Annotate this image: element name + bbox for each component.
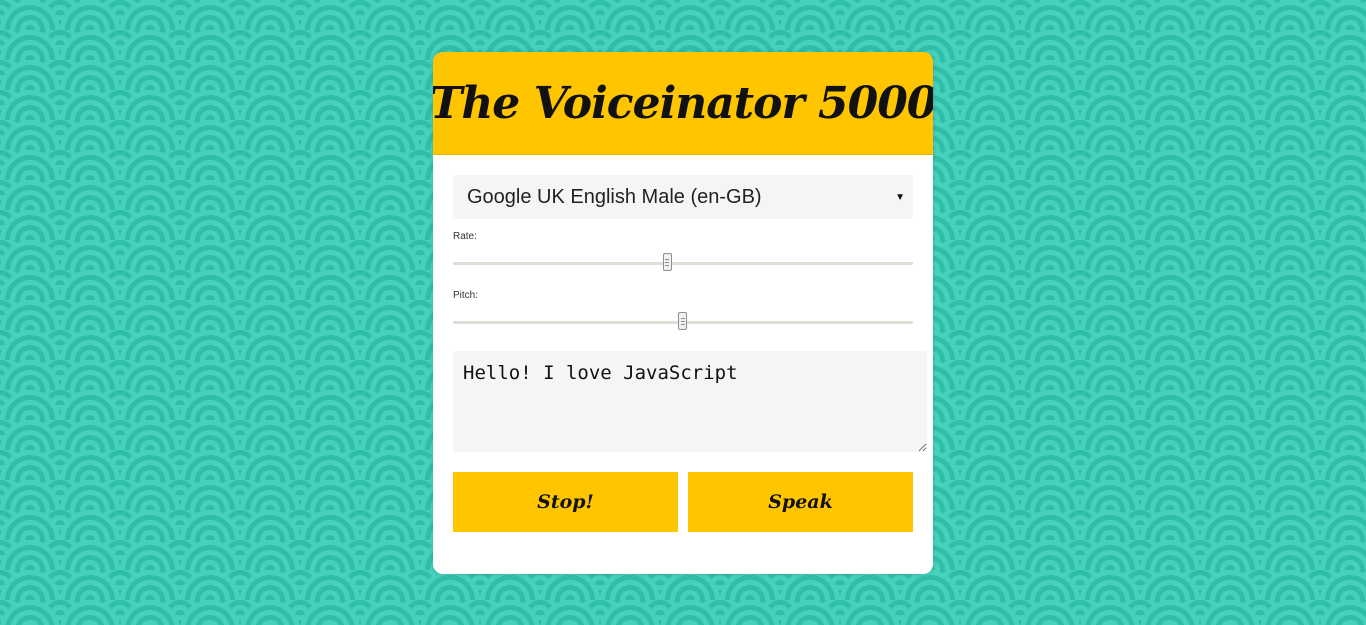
rate-slider-thumb[interactable] bbox=[662, 253, 672, 271]
speak-button[interactable]: Speak bbox=[688, 472, 913, 532]
rate-label: Rate: bbox=[453, 231, 477, 242]
header: The Voiceinator 5000 bbox=[433, 52, 933, 155]
button-row: Stop! Speak bbox=[453, 472, 913, 532]
rate-slider-track bbox=[453, 262, 913, 265]
pitch-label: Pitch: bbox=[453, 290, 479, 301]
controls: Google UK English Male (en-GB) ▼ Rate: P… bbox=[433, 155, 933, 532]
app-title: The Voiceinator 5000 bbox=[433, 77, 933, 129]
rate-slider[interactable] bbox=[453, 248, 913, 278]
voice-select[interactable]: Google UK English Male (en-GB) ▼ bbox=[453, 175, 913, 219]
pitch-slider[interactable] bbox=[453, 307, 913, 337]
pitch-slider-thumb[interactable] bbox=[678, 312, 687, 330]
voice-select-value: Google UK English Male (en-GB) bbox=[467, 185, 762, 208]
stop-button[interactable]: Stop! bbox=[453, 472, 678, 532]
chevron-down-icon: ▼ bbox=[895, 191, 905, 203]
voiceinator-panel: The Voiceinator 5000 Google UK English M… bbox=[433, 52, 933, 574]
message-textarea[interactable]: Hello! I love JavaScript bbox=[453, 351, 927, 452]
